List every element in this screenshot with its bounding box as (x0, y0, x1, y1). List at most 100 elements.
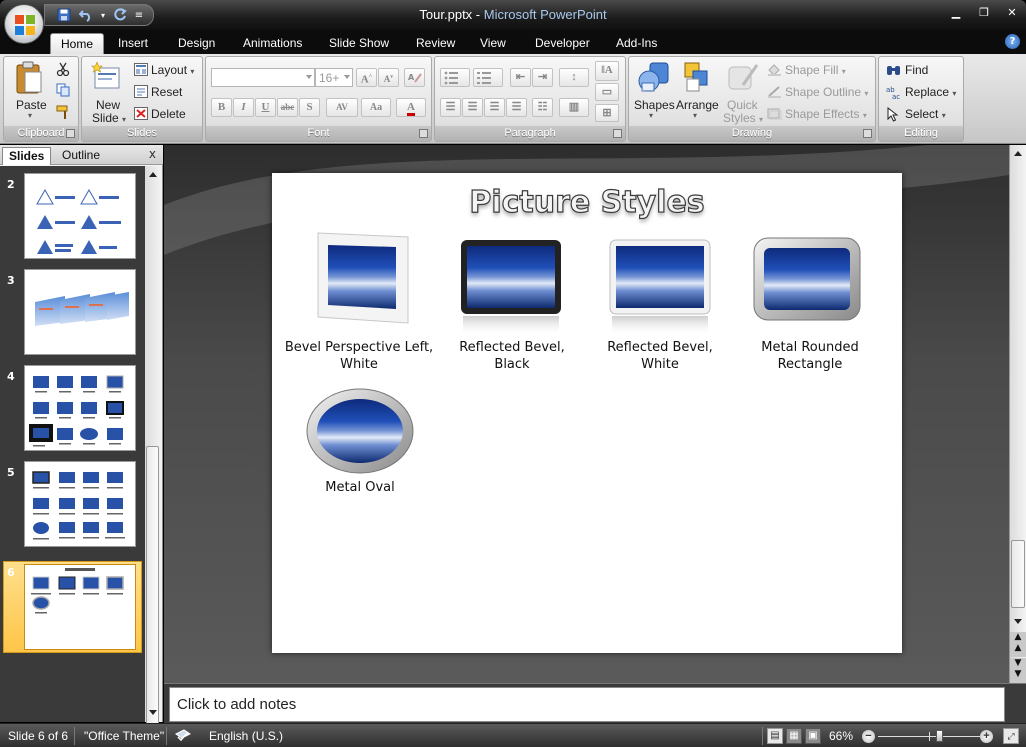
slide-show-view-icon[interactable]: ▣ (805, 728, 821, 744)
paste-button[interactable]: Paste (16, 98, 47, 112)
shape-outline-icon[interactable] (767, 85, 782, 98)
paragraph-launcher[interactable] (613, 129, 622, 138)
normal-view-icon[interactable]: ▤ (767, 728, 783, 744)
picture-metal-oval[interactable] (305, 387, 415, 475)
slide-title[interactable]: Picture Styles (272, 184, 902, 220)
slides-tab[interactable]: Slides (2, 147, 52, 165)
office-button[interactable] (4, 4, 44, 44)
slide-thumbnail-2[interactable] (24, 173, 136, 259)
arrange-button[interactable]: Arrange (676, 98, 719, 112)
tab-insert[interactable]: Insert (108, 33, 158, 54)
picture-bevel-perspective-left-white[interactable] (316, 231, 412, 327)
align-left-button[interactable]: ☰ (440, 98, 461, 117)
format-painter-icon[interactable] (56, 105, 71, 120)
scroll-thumb[interactable] (146, 446, 159, 726)
shrink-font-button[interactable]: Av (378, 68, 399, 87)
shape-fill-icon[interactable] (767, 63, 782, 76)
decrease-indent-button[interactable]: ⇤ (510, 68, 531, 87)
replace-icon[interactable]: ab ac (886, 85, 902, 99)
close-button[interactable]: ✕ (1004, 6, 1020, 19)
minimize-button[interactable]: ▁ (948, 6, 964, 19)
delete-button[interactable]: Delete (151, 107, 186, 121)
copy-icon[interactable] (56, 83, 70, 97)
zoom-out-icon[interactable]: − (862, 730, 875, 743)
paste-icon[interactable] (15, 61, 43, 95)
numbering-button[interactable] (473, 68, 503, 87)
layout-button[interactable]: Layout ▾ (151, 63, 194, 77)
slide-thumbnail-6[interactable] (24, 564, 136, 650)
tab-home[interactable]: Home (50, 33, 105, 54)
distributed-button[interactable]: ☷ (532, 98, 553, 117)
new-slide-button[interactable]: New (96, 98, 120, 112)
zoom-in-icon[interactable]: + (980, 730, 993, 743)
reset-icon[interactable] (134, 85, 148, 98)
layout-icon[interactable] (134, 63, 148, 76)
slide-scrollbar[interactable]: ▲ ▲ ▼ ▼ (1009, 145, 1026, 683)
center-button[interactable]: ☰ (462, 98, 483, 117)
shapes-icon[interactable] (637, 61, 671, 93)
tab-developer[interactable]: Developer (525, 33, 600, 54)
tab-design[interactable]: Design (168, 33, 225, 54)
bold-button[interactable]: B (211, 98, 232, 117)
slide-thumbnail-4[interactable] (24, 365, 136, 451)
change-case-button[interactable]: Aa (361, 98, 391, 117)
grow-font-button[interactable]: A^ (356, 68, 377, 87)
picture-metal-rounded-rectangle[interactable] (752, 236, 862, 324)
picture-reflected-bevel-white[interactable] (608, 238, 712, 338)
smartart-button[interactable]: ⊞ (595, 104, 619, 122)
increase-indent-button[interactable]: ⇥ (532, 68, 553, 87)
new-slide-icon[interactable] (91, 62, 121, 92)
language-indicator[interactable]: English (U.S.) (209, 729, 283, 743)
columns-button[interactable]: ▥ (559, 98, 589, 117)
scroll-thumb[interactable] (1011, 540, 1025, 608)
spelling-check-icon[interactable] (174, 728, 192, 743)
zoom-slider-thumb[interactable] (936, 730, 944, 742)
scroll-down-icon[interactable] (149, 710, 157, 715)
outline-tab[interactable]: Outline (56, 147, 106, 165)
justify-button[interactable]: ☰ (506, 98, 527, 117)
find-button[interactable]: Find (905, 63, 928, 77)
find-icon[interactable] (886, 63, 902, 77)
tab-slide-show[interactable]: Slide Show (319, 33, 399, 54)
quick-styles-icon[interactable] (727, 61, 759, 93)
cut-icon[interactable] (56, 62, 70, 76)
fit-to-window-icon[interactable]: ⤢ (1003, 728, 1019, 744)
font-color-button[interactable]: A (396, 98, 426, 117)
slides-pane-scrollbar[interactable] (145, 166, 161, 726)
replace-button[interactable]: Replace ▾ (905, 85, 956, 99)
slide-sorter-view-icon[interactable]: ▦ (786, 728, 802, 744)
strikethrough-button[interactable]: abc (277, 98, 298, 117)
picture-reflected-bevel-black[interactable] (459, 238, 563, 338)
arrange-icon[interactable] (681, 61, 713, 93)
shape-effects-button[interactable]: Shape Effects ▾ (785, 107, 867, 121)
next-slide-button[interactable]: ▼ ▼ (1010, 658, 1026, 683)
font-launcher[interactable] (419, 129, 428, 138)
shape-fill-button[interactable]: Shape Fill ▾ (785, 63, 846, 77)
shape-outline-button[interactable]: Shape Outline ▾ (785, 85, 868, 99)
align-right-button[interactable]: ☰ (484, 98, 505, 117)
italic-button[interactable]: I (233, 98, 254, 117)
drawing-launcher[interactable] (863, 129, 872, 138)
tab-view[interactable]: View (470, 33, 516, 54)
tab-review[interactable]: Review (406, 33, 465, 54)
font-name-combo[interactable] (211, 68, 315, 87)
font-size-combo[interactable]: 16+ (315, 68, 353, 87)
notes-box[interactable]: Click to add notes (169, 687, 1005, 722)
select-icon[interactable] (887, 107, 899, 122)
restore-button[interactable]: ❐ (976, 6, 992, 19)
zoom-level[interactable]: 66% (829, 729, 853, 743)
pane-close-icon[interactable]: x (149, 147, 156, 161)
text-shadow-button[interactable]: S (299, 98, 320, 117)
tab-add-ins[interactable]: Add-Ins (606, 33, 667, 54)
character-spacing-button[interactable]: AV (326, 98, 358, 117)
reset-button[interactable]: Reset (151, 85, 182, 99)
clear-formatting-button[interactable]: A (404, 68, 425, 87)
new-slide-label[interactable]: Slide ▾ (92, 111, 126, 125)
delete-icon[interactable] (134, 107, 148, 120)
select-button[interactable]: Select ▾ (905, 107, 946, 121)
text-direction-button[interactable]: ‖A (595, 61, 619, 81)
quick-styles-label[interactable]: Styles ▾ (723, 111, 763, 125)
scroll-down-icon[interactable] (1014, 619, 1022, 624)
shape-effects-icon[interactable] (767, 107, 782, 120)
scroll-up-icon[interactable] (149, 172, 157, 177)
